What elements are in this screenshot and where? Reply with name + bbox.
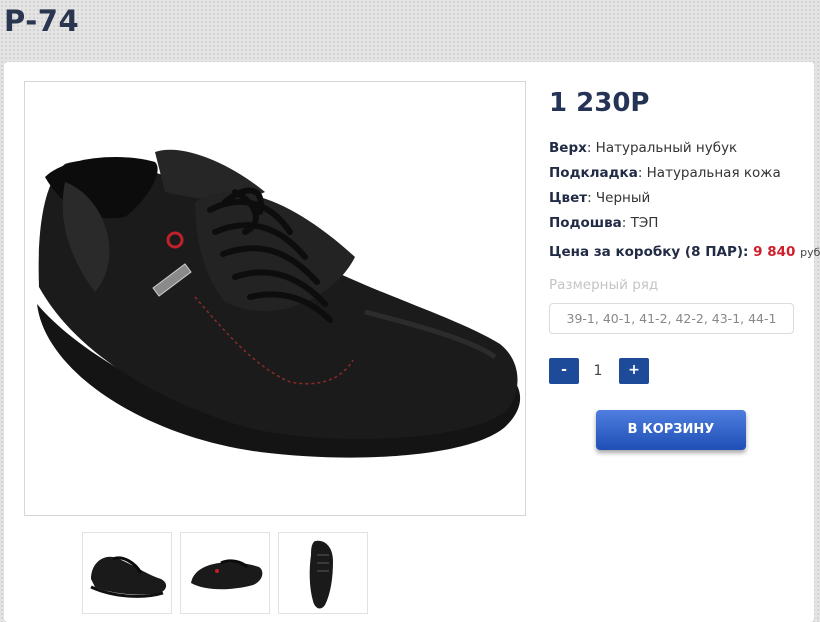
quantity-value[interactable]: 1 <box>584 358 612 384</box>
spec-row-color: Цвет: Черный <box>549 190 651 206</box>
shoe-thumbnail-front-icon <box>90 556 167 598</box>
box-price-currency: руб <box>800 246 820 259</box>
spec-value: Натуральный нубук <box>595 140 738 156</box>
quantity-decrease-button[interactable]: - <box>549 358 579 384</box>
box-price: Цена за коробку (8 ПАР): 9 840 руб <box>549 244 820 260</box>
spec-value: Черный <box>595 190 651 206</box>
spec-label: Цвет <box>549 190 588 206</box>
quantity-increase-button[interactable]: + <box>619 358 649 384</box>
spec-label: Подкладка <box>549 165 638 181</box>
add-to-cart-button[interactable]: В КОРЗИНУ <box>596 410 746 450</box>
size-range-label: Размерный ряд <box>549 277 659 293</box>
page-title: P-74 <box>4 4 80 38</box>
product-main-image[interactable] <box>24 81 526 516</box>
box-price-value: 9 840 <box>753 244 796 260</box>
spec-label: Подошва <box>549 215 622 231</box>
spec-row-lining: Подкладка: Натуральная кожа <box>549 165 781 181</box>
shoe-thumbnail-top-icon <box>309 540 333 609</box>
spec-label: Верх <box>549 140 587 156</box>
product-thumbnail-1[interactable] <box>82 532 172 614</box>
product-price: 1 230Р <box>549 88 650 118</box>
spec-row-sole: Подошва: ТЭП <box>549 215 659 231</box>
product-card: 1 230Р Верх: Натуральный нубук Подкладка… <box>4 62 820 622</box>
shoe-photo <box>37 149 521 458</box>
size-range-field[interactable]: 39-1, 40-1, 41-2, 42-2, 43-1, 44-1 <box>549 303 794 334</box>
product-specs: Верх: Натуральный нубук Подкладка: Натур… <box>549 138 809 238</box>
spec-row-upper: Верх: Натуральный нубук <box>549 140 738 156</box>
shoe-thumbnail-side-icon <box>191 559 263 590</box>
spec-value: ТЭП <box>630 215 659 231</box>
spec-value: Натуральная кожа <box>646 165 781 181</box>
product-thumbnail-3[interactable] <box>278 532 368 614</box>
box-price-label: Цена за коробку (8 ПАР): <box>549 244 749 260</box>
product-thumbnail-2[interactable] <box>180 532 270 614</box>
